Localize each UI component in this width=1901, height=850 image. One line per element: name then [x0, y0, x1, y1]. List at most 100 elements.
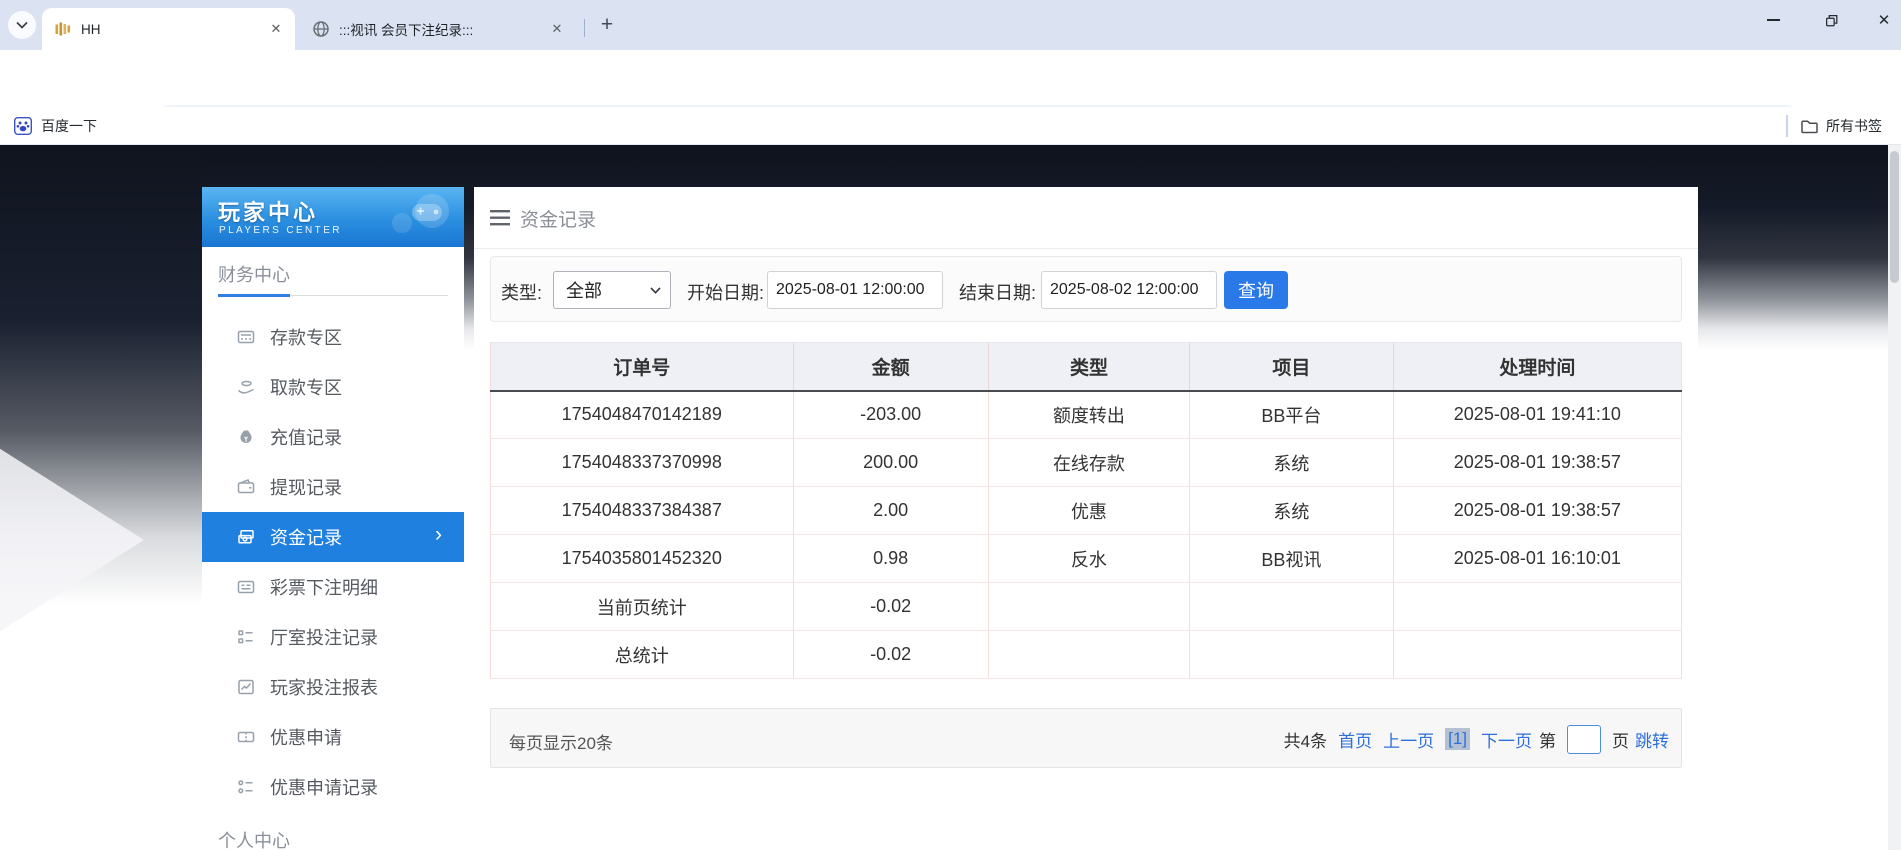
col-order-id: 订单号 — [491, 343, 794, 391]
window-minimize-button[interactable] — [1750, 0, 1796, 40]
table-row: 1754048470142189 -203.00 额度转出 BB平台 2025-… — [491, 391, 1682, 439]
col-project: 项目 — [1190, 343, 1394, 391]
page-number-input[interactable] — [1567, 725, 1601, 754]
cell-label: 总统计 — [491, 631, 794, 679]
jump-prefix-label: 第 — [1539, 727, 1556, 752]
page-scrollbar[interactable] — [1888, 145, 1901, 850]
cell-order-id: 1754048337370998 — [491, 439, 794, 487]
sidebar-item-withdraw-zone[interactable]: 取款专区 — [202, 362, 464, 412]
sidebar-item-label: 充值记录 — [270, 424, 342, 450]
all-bookmarks-button[interactable]: 所有书签 — [1800, 116, 1901, 136]
end-date-input[interactable] — [1041, 271, 1217, 309]
scrollbar-thumb[interactable] — [1890, 151, 1899, 283]
checklist-icon — [236, 627, 256, 647]
sidebar-item-recharge-record[interactable]: 充值记录 — [202, 412, 464, 462]
table-row: 1754048337384387 2.00 优惠 系统 2025-08-01 1… — [491, 487, 1682, 535]
sidebar-item-promo-apply[interactable]: 优惠申请 — [202, 712, 464, 762]
cell-order-id: 1754048337384387 — [491, 487, 794, 535]
restore-icon — [1824, 13, 1839, 28]
cell-order-id: 1754048470142189 — [491, 391, 794, 439]
sidebar-item-deposit-zone[interactable]: 存款专区 — [202, 312, 464, 362]
web-page: 玩家中心 PLAYERS CENTER 财务中心 存款专区 取款专区 — [0, 145, 1901, 850]
type-select-value: 全部 — [566, 277, 650, 303]
jump-suffix-label: 页 — [1612, 727, 1629, 752]
start-date-input[interactable] — [767, 271, 943, 309]
close-icon: ✕ — [1878, 11, 1891, 29]
first-page-link[interactable]: 首页 — [1338, 727, 1372, 752]
cell-project: 系统 — [1190, 439, 1394, 487]
wallet-icon — [236, 477, 256, 497]
sidebar-item-label: 优惠申请记录 — [270, 774, 378, 800]
sidebar-item-label: 彩票下注明细 — [270, 574, 378, 600]
start-date-label: 开始日期: — [687, 279, 764, 305]
tab-close-icon[interactable]: ✕ — [548, 20, 566, 38]
sidebar-banner-title: 玩家中心 — [218, 195, 318, 227]
sidebar-banner: 玩家中心 PLAYERS CENTER — [202, 187, 464, 247]
sidebar-item-hall-bet-record[interactable]: 厅室投注记录 — [202, 612, 464, 662]
col-amount: 金额 — [793, 343, 988, 391]
cell-process-time: 2025-08-01 19:38:57 — [1393, 487, 1681, 535]
cell-label: 当前页统计 — [491, 583, 794, 631]
window-restore-button[interactable] — [1808, 0, 1854, 40]
cell-type: 额度转出 — [988, 391, 1189, 439]
main-content-panel: 资金记录 类型: 全部 开始日期: 结束日期: 查询 — [474, 187, 1698, 850]
browser-window: HH ✕ :::视讯 会员下注纪录::: ✕ + ✕ ← → — [0, 0, 1901, 850]
per-page-label: 每页显示20条 — [509, 729, 613, 754]
ticket-icon — [236, 727, 256, 747]
cell-type: 在线存款 — [988, 439, 1189, 487]
cell-project: 系统 — [1190, 487, 1394, 535]
window-close-button[interactable]: ✕ — [1861, 0, 1901, 40]
sidebar-item-promo-apply-record[interactable]: 优惠申请记录 — [202, 762, 464, 812]
sidebar-item-lottery-bet-detail[interactable]: 彩票下注明细 — [202, 562, 464, 612]
section-underline — [218, 294, 448, 297]
chevron-down-icon — [16, 21, 28, 29]
cell-project: BB视讯 — [1190, 535, 1394, 583]
tab-close-icon[interactable]: ✕ — [267, 20, 285, 38]
bookmarks-separator — [1786, 115, 1788, 137]
hamburger-icon — [490, 209, 510, 227]
cell-amount: 200.00 — [793, 439, 988, 487]
cell-type: 反水 — [988, 535, 1189, 583]
section-title-personal: 个人中心 — [218, 827, 290, 850]
cell-project: BB平台 — [1190, 391, 1394, 439]
cash-stack-icon — [236, 527, 256, 547]
chart-report-icon — [236, 677, 256, 697]
page-title-bar: 资金记录 — [474, 187, 1698, 249]
tab-shixun[interactable]: :::视讯 会员下注纪录::: ✕ — [300, 8, 576, 50]
bookmark-baidu[interactable]: 百度一下 — [14, 116, 97, 136]
tab-strip: HH ✕ :::视讯 会员下注纪录::: ✕ + ✕ — [0, 0, 1901, 50]
next-page-link[interactable]: 下一页 — [1481, 727, 1532, 752]
record-list-icon — [236, 777, 256, 797]
list-card-icon — [236, 577, 256, 597]
tab-hh[interactable]: HH ✕ — [42, 8, 295, 50]
sidebar-banner-subtitle: PLAYERS CENTER — [219, 225, 342, 236]
bookmark-label: 百度一下 — [41, 116, 97, 136]
cell-process-time: 2025-08-01 19:41:10 — [1393, 391, 1681, 439]
cell-amount: -203.00 — [793, 391, 988, 439]
search-button[interactable]: 查询 — [1224, 271, 1288, 309]
cell-amount: 0.98 — [793, 535, 988, 583]
gamepad-graphic — [366, 189, 462, 245]
chevron-down-icon — [650, 287, 661, 294]
new-tab-button[interactable]: + — [594, 12, 620, 38]
cell-order-id: 1754035801452320 — [491, 535, 794, 583]
sidebar-item-funds-record[interactable]: 资金记录 › — [202, 512, 464, 562]
cell-process-time: 2025-08-01 19:38:57 — [1393, 439, 1681, 487]
total-count: 共4条 — [1284, 727, 1327, 752]
player-center-sidebar: 玩家中心 PLAYERS CENTER 财务中心 存款专区 取款专区 — [202, 187, 464, 850]
type-select[interactable]: 全部 — [553, 271, 671, 309]
tab-separator — [584, 19, 585, 37]
sidebar-item-withdrawal-record[interactable]: 提现记录 — [202, 462, 464, 512]
chevron-right-icon: › — [435, 523, 442, 547]
jump-link[interactable]: 跳转 — [1635, 727, 1669, 752]
sidebar-item-player-bet-report[interactable]: 玩家投注报表 — [202, 662, 464, 712]
tab-search-button[interactable] — [8, 11, 36, 39]
sidebar-item-label: 存款专区 — [270, 324, 342, 350]
end-date-label: 结束日期: — [959, 279, 1036, 305]
prev-page-link[interactable]: 上一页 — [1383, 727, 1434, 752]
current-page-indicator: [1] — [1445, 728, 1470, 750]
col-process-time: 处理时间 — [1393, 343, 1681, 391]
site-favicon-gold — [54, 20, 72, 38]
baidu-favicon — [14, 117, 32, 135]
table-row: 1754035801452320 0.98 反水 BB视讯 2025-08-01… — [491, 535, 1682, 583]
